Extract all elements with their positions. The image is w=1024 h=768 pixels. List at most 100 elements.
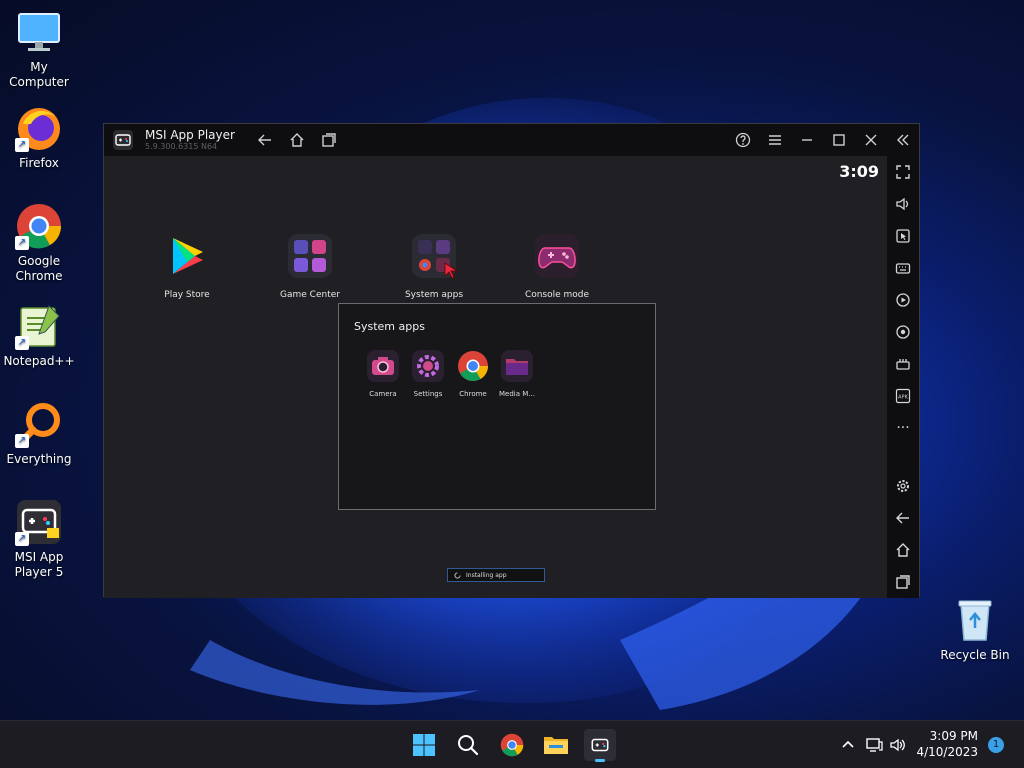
pointer-mode-button[interactable]: [887, 220, 919, 252]
folder-app-media-manager[interactable]: Media M...: [494, 350, 540, 398]
shortcut-arrow-icon: ↗: [15, 336, 29, 350]
desktop-icon-notepad-plus-plus[interactable]: ↗ Notepad++: [0, 302, 78, 369]
msi-app-player-icon: [591, 738, 609, 752]
volume-button[interactable]: [887, 188, 919, 220]
question-circle-icon: [735, 132, 751, 148]
more-dots-icon: ···: [896, 420, 910, 436]
app-label: Chrome: [459, 390, 487, 398]
taskbar-chrome-button[interactable]: [496, 729, 528, 761]
gamepad-icon: [535, 234, 579, 278]
help-button[interactable]: [727, 124, 759, 156]
taskbar-search-button[interactable]: [452, 729, 484, 761]
network-button[interactable]: [862, 729, 886, 761]
desktop-icon-google-chrome[interactable]: ↗ Google Chrome: [0, 202, 78, 284]
game-center-icon: [288, 234, 332, 278]
monitor-icon: [15, 8, 63, 56]
desktop-icon-label: Notepad++: [3, 354, 75, 368]
active-app-indicator: [595, 759, 605, 762]
arrow-left-icon: [257, 134, 271, 146]
play-store-icon: [165, 234, 209, 278]
app-label: Game Center: [280, 290, 340, 300]
recycle-bin-icon: [951, 596, 999, 644]
network-icon: [866, 738, 883, 752]
volume-icon: [896, 197, 909, 211]
svg-text:APK: APK: [898, 395, 908, 401]
folder-app-camera[interactable]: Camera: [360, 350, 406, 398]
window-titlebar[interactable]: MSI App Player 5.9.300.6315 N64: [104, 124, 919, 156]
app-game-center[interactable]: Game Center: [255, 234, 365, 300]
desktop-icon-my-computer[interactable]: My Computer: [0, 8, 78, 90]
more-options-button[interactable]: ···: [887, 412, 919, 444]
volume-tray-button[interactable]: [886, 729, 910, 761]
taskbar-file-explorer-button[interactable]: [540, 729, 572, 761]
fullscreen-button[interactable]: [887, 156, 919, 188]
app-label: Play Store: [164, 290, 210, 300]
search-icon: [458, 735, 479, 756]
app-label: System apps: [404, 290, 464, 300]
shortcut-arrow-icon: ↗: [15, 532, 29, 546]
windows-logo-icon: [413, 734, 435, 756]
home-icon: [290, 133, 304, 147]
collapse-sidebar-button[interactable]: [887, 124, 919, 156]
settings-button[interactable]: [887, 470, 919, 502]
speaker-icon: [890, 738, 905, 752]
app-system-apps-folder[interactable]: System apps: [379, 234, 489, 300]
multi-instance-button[interactable]: [887, 348, 919, 380]
pointer-icon: [896, 229, 910, 243]
taskbar-msi-app-player-button[interactable]: [584, 729, 616, 762]
window-title: MSI App Player: [145, 128, 235, 142]
gear-icon: [897, 480, 909, 492]
desktop-icon-label: MSI App Player 5: [14, 550, 64, 579]
media-folder-icon: [501, 350, 533, 382]
menu-button[interactable]: [759, 124, 791, 156]
home-icon: [896, 543, 910, 557]
app-label: Media M...: [499, 390, 535, 398]
minimize-button[interactable]: [791, 124, 823, 156]
macro-recorder-button[interactable]: [887, 284, 919, 316]
app-logo-icon: [113, 130, 133, 150]
play-circle-icon: [896, 293, 910, 307]
msi-app-player-icon: ↗: [15, 498, 63, 546]
keyboard-controls-button[interactable]: [887, 252, 919, 284]
android-recents-button[interactable]: [887, 566, 919, 598]
android-back-button[interactable]: [887, 502, 919, 534]
desktop-icon-recycle-bin[interactable]: Recycle Bin: [936, 596, 1014, 663]
fullscreen-icon: [896, 165, 910, 179]
folder-app-chrome[interactable]: Chrome: [450, 350, 496, 398]
app-label: Camera: [369, 390, 397, 398]
desktop-icon-label: Recycle Bin: [940, 648, 1010, 662]
show-hidden-icons-button[interactable]: [832, 729, 864, 761]
firefox-icon: ↗: [15, 104, 63, 152]
settings-gear-icon: [412, 350, 444, 382]
android-home-button[interactable]: [887, 534, 919, 566]
back-button[interactable]: [249, 124, 281, 156]
close-button[interactable]: [855, 124, 887, 156]
android-home-screen[interactable]: 3:09 Play Store Game Center System apps: [104, 156, 889, 598]
folder-icon: [544, 737, 568, 754]
home-button[interactable]: [281, 124, 313, 156]
shortcut-arrow-icon: ↗: [15, 236, 29, 250]
toast-text: Installing app: [466, 571, 507, 579]
clock-area[interactable]: 3:09 PM 4/10/2023: [908, 728, 978, 760]
desktop-icon-label: Everything: [6, 452, 72, 466]
chevron-up-icon: [842, 740, 854, 748]
record-button[interactable]: [887, 316, 919, 348]
folder-app-settings[interactable]: Settings: [405, 350, 451, 398]
desktop-icon-everything[interactable]: ↗ Everything: [0, 400, 78, 467]
maximize-button[interactable]: [823, 124, 855, 156]
double-chevron-left-icon: [897, 134, 909, 146]
start-button[interactable]: [408, 729, 440, 761]
app-console-mode[interactable]: Console mode: [502, 234, 612, 300]
install-apk-button[interactable]: APK: [887, 380, 919, 412]
maximize-icon: [833, 134, 845, 146]
desktop-icon-firefox[interactable]: ↗ Firefox: [0, 104, 78, 171]
record-icon: [896, 325, 910, 339]
chrome-icon: ↗: [15, 202, 63, 250]
windows-taskbar: 3:09 PM 4/10/2023 1: [0, 720, 1024, 768]
notification-badge[interactable]: 1: [988, 737, 1004, 753]
system-apps-folder-popup: System apps Camera Settings Chrome Media…: [338, 303, 656, 510]
desktop-icon-msi-app-player[interactable]: ↗ MSI App Player 5: [0, 498, 78, 580]
tray-time: 3:09 PM: [929, 729, 978, 743]
recent-apps-button[interactable]: [313, 124, 345, 156]
app-play-store[interactable]: Play Store: [132, 234, 242, 300]
